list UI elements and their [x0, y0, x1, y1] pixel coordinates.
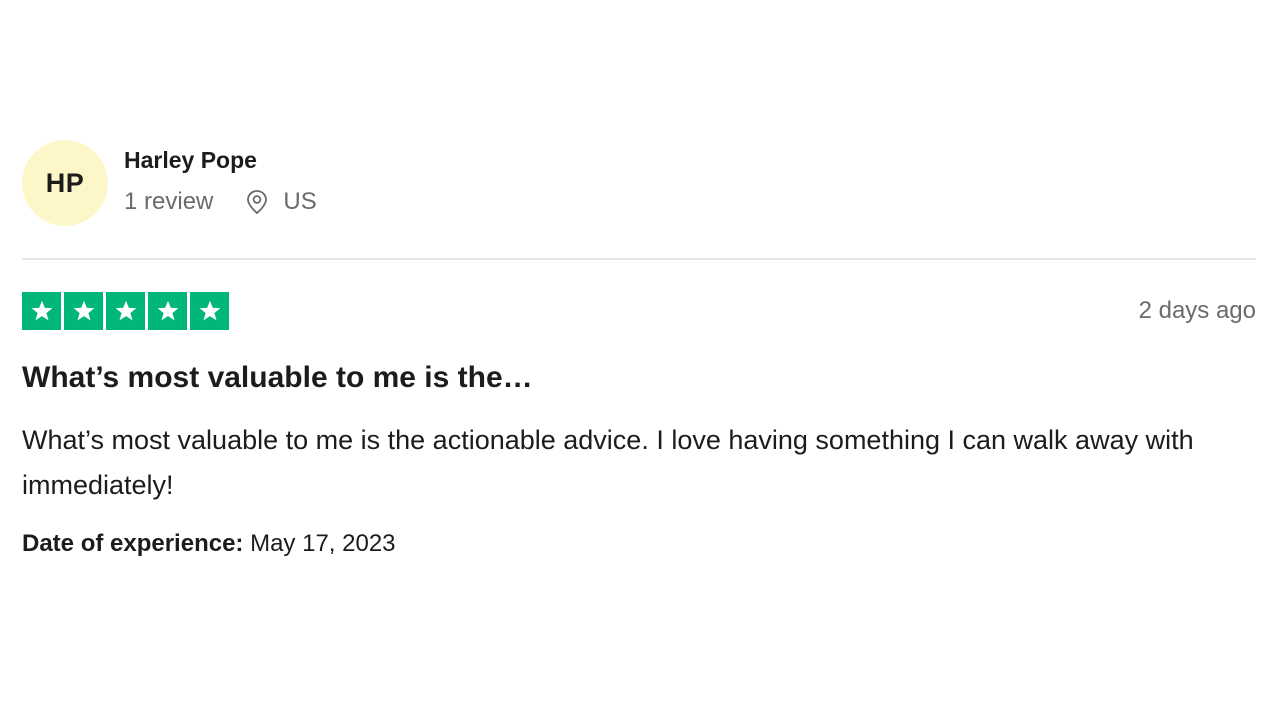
- star-box: [64, 292, 103, 330]
- reviewer-location: US: [245, 188, 317, 216]
- reviewer-header: HP Harley Pope 1 review US: [22, 140, 1256, 228]
- experience-label: Date of experience:: [22, 530, 244, 557]
- avatar[interactable]: HP: [22, 140, 108, 226]
- review-body: What’s most valuable to me is the action…: [22, 425, 1194, 500]
- review-title[interactable]: What’s most valuable to me is the…: [22, 360, 1256, 396]
- star-icon: [73, 300, 94, 321]
- star-box: [22, 292, 61, 330]
- star-icon: [199, 300, 220, 321]
- star-box: [148, 292, 187, 330]
- star-rating: [22, 292, 229, 330]
- date-of-experience: Date of experience: May 17, 2023: [22, 530, 1256, 558]
- star-icon: [157, 300, 178, 321]
- map-pin-icon: [247, 190, 268, 215]
- star-box: [106, 292, 145, 330]
- review-card: HP Harley Pope 1 review US 2 days ago Wh…: [22, 140, 1256, 558]
- star-box: [190, 292, 229, 330]
- star-icon: [115, 300, 136, 321]
- reviewer-info: Harley Pope 1 review US: [124, 140, 317, 216]
- rating-row: 2 days ago: [22, 292, 1256, 330]
- reviewer-meta: 1 review US: [124, 188, 317, 216]
- experience-date: May 17, 2023: [250, 530, 396, 557]
- reviewer-name[interactable]: Harley Pope: [124, 146, 317, 174]
- star-icon: [31, 300, 52, 321]
- location-label: US: [283, 188, 317, 215]
- review-count: 1 review: [124, 188, 214, 215]
- divider: [22, 258, 1256, 260]
- review-date: 2 days ago: [1138, 297, 1256, 324]
